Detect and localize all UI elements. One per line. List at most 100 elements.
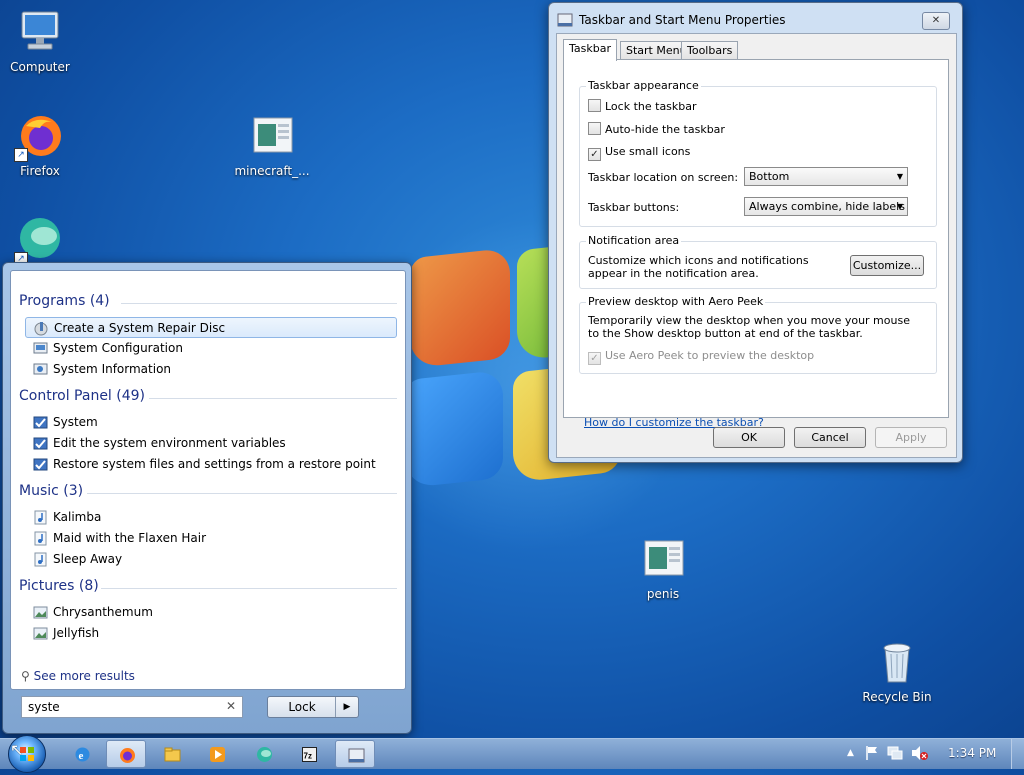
result-system[interactable]: System — [25, 412, 397, 433]
picture-icon — [33, 605, 48, 620]
taskbar-properties-window[interactable] — [335, 740, 375, 768]
taskbar-buttons-select[interactable]: Always combine, hide labels ▼ — [744, 197, 908, 216]
dialog-title: Taskbar and Start Menu Properties — [579, 13, 786, 27]
desktop-icon-computer[interactable]: Computer — [0, 8, 80, 74]
cancel-button[interactable]: Cancel — [794, 427, 866, 448]
start-search-input[interactable]: syste ✕ — [21, 696, 243, 718]
result-label: Restore system files and settings from a… — [53, 457, 376, 471]
result-system-configuration[interactable]: System Configuration — [25, 338, 397, 359]
category-pictures[interactable]: Pictures (8) — [19, 578, 99, 594]
svg-text:7z: 7z — [304, 752, 312, 761]
picture-icon — [33, 626, 48, 641]
search-input-value: syste — [28, 700, 60, 714]
checkmark-icon: ✓ — [588, 352, 601, 365]
lock-taskbar-checkbox[interactable]: Lock the taskbar — [588, 99, 697, 113]
see-more-results-link[interactable]: ⚲ See more results — [21, 669, 135, 683]
power-options-arrow-icon[interactable]: ▶ — [335, 697, 358, 717]
lock-button[interactable]: Lock ▶ — [267, 696, 359, 718]
tab-taskbar[interactable]: Taskbar — [563, 39, 617, 61]
result-edit-environment-variables[interactable]: Edit the system environment variables — [25, 433, 397, 454]
network-icon[interactable] — [887, 745, 903, 764]
dialog-titlebar[interactable]: Taskbar and Start Menu Properties ✕ — [549, 3, 962, 33]
small-icons-checkbox[interactable]: ✓ Use small icons — [588, 145, 690, 161]
auto-hide-checkbox[interactable]: Auto-hide the taskbar — [588, 122, 725, 136]
group-title: Preview desktop with Aero Peek — [586, 295, 766, 308]
category-control-panel[interactable]: Control Panel (49) — [19, 388, 145, 404]
result-kalimba[interactable]: Kalimba — [25, 507, 397, 528]
ok-button[interactable]: OK — [713, 427, 785, 448]
location-label: Taskbar location on screen: — [588, 171, 739, 184]
divider — [149, 398, 397, 399]
internet-explorer-icon: e — [74, 746, 91, 763]
taskbar-appearance-group: Taskbar appearance Lock the taskbar Auto… — [579, 79, 937, 227]
result-jellyfish[interactable]: Jellyfish — [25, 623, 397, 644]
control-panel-icon — [33, 415, 48, 430]
start-menu: Programs (4) Create a System Repair Disc… — [2, 262, 412, 734]
divider — [87, 493, 397, 494]
chevron-down-icon: ▼ — [896, 202, 903, 211]
group-title: Taskbar appearance — [586, 79, 701, 92]
taskbar-7zip[interactable]: 7z — [289, 740, 329, 768]
mouse-cursor-icon: ↖ — [10, 740, 24, 759]
desktop-icon-minecraft[interactable]: minecraft_... — [232, 112, 312, 178]
desktop-icon-label: Computer — [10, 60, 70, 74]
result-label: Sleep Away — [53, 552, 123, 566]
result-label: Edit the system environment variables — [53, 436, 286, 450]
result-create-system-repair-disc[interactable]: Create a System Repair Disc — [25, 317, 397, 338]
checkbox-label: Use Aero Peek to preview the desktop — [605, 349, 815, 362]
category-music[interactable]: Music (3) — [19, 483, 83, 499]
shortcut-arrow-icon: ↗ — [14, 148, 28, 162]
checkmark-icon: ✓ — [588, 148, 601, 161]
action-center-flag-icon[interactable] — [865, 745, 879, 764]
result-label: Kalimba — [53, 510, 102, 524]
clock[interactable]: 1:34 PM — [948, 746, 996, 760]
search-icon: ⚲ — [21, 669, 30, 683]
taskbar-app-globe[interactable] — [244, 740, 284, 768]
see-more-label: See more results — [33, 669, 135, 683]
aero-peek-group: Preview desktop with Aero Peek Temporari… — [579, 295, 937, 374]
music-note-icon — [33, 531, 48, 546]
result-maid-with-the-flaxen-hair[interactable]: Maid with the Flaxen Hair — [25, 528, 397, 549]
firefox-icon — [119, 747, 136, 764]
desktop-icon-firefox[interactable]: ↗ Firefox — [0, 112, 80, 178]
result-system-information[interactable]: System Information — [25, 359, 397, 380]
result-sleep-away[interactable]: Sleep Away — [25, 549, 397, 570]
checkbox-label: Auto-hide the taskbar — [605, 123, 725, 136]
notification-area-group: Notification area Customize which icons … — [579, 234, 937, 289]
taskbar: e 7z ▲ 1:34 PM — [0, 735, 1024, 773]
aero-peek-checkbox[interactable]: ✓ Use Aero Peek to preview the desktop — [588, 349, 814, 365]
checkbox-box — [588, 122, 601, 135]
apply-button[interactable]: Apply — [875, 427, 947, 448]
music-note-icon — [33, 552, 48, 567]
taskbar-properties-dialog: Taskbar and Start Menu Properties ✕ Task… — [548, 2, 963, 463]
desktop-icon-label: Firefox — [20, 164, 60, 178]
clear-search-icon[interactable]: ✕ — [226, 699, 236, 713]
show-hidden-icons-button[interactable]: ▲ — [847, 748, 854, 758]
taskbar-location-select[interactable]: Bottom ▼ — [744, 167, 908, 186]
firefox-icon: ↗ — [14, 112, 64, 162]
show-desktop-button[interactable] — [1011, 739, 1024, 769]
desktop-icon-penis[interactable]: penis — [623, 535, 703, 601]
close-button[interactable]: ✕ — [922, 12, 950, 30]
control-panel-icon — [33, 457, 48, 472]
result-chrysanthemum[interactable]: Chrysanthemum — [25, 602, 397, 623]
result-restore-system-files[interactable]: Restore system files and settings from a… — [25, 454, 397, 475]
taskbar-media-player[interactable] — [197, 740, 237, 768]
taskbar-internet-explorer[interactable]: e — [62, 740, 102, 768]
desktop-icon-unnamed[interactable]: ↗ — [0, 216, 80, 268]
search-results-panel: Programs (4) Create a System Repair Disc… — [10, 270, 406, 690]
customize-button[interactable]: Customize... — [850, 255, 924, 276]
checkbox-box — [588, 99, 601, 112]
desktop-icon-recycle-bin[interactable]: Recycle Bin — [857, 638, 937, 704]
divider — [121, 303, 397, 304]
svg-text:e: e — [79, 750, 84, 762]
taskbar-file-explorer[interactable] — [152, 740, 192, 768]
desktop-icon-label: minecraft_... — [234, 164, 310, 178]
taskbar-firefox[interactable] — [106, 740, 146, 768]
app-globe-icon — [256, 746, 273, 763]
category-programs[interactable]: Programs (4) — [19, 293, 110, 309]
result-label: Maid with the Flaxen Hair — [53, 531, 207, 545]
volume-muted-icon[interactable] — [911, 745, 929, 764]
taskbar-properties-icon — [557, 13, 573, 27]
tab-toolbars[interactable]: Toolbars — [681, 41, 739, 60]
